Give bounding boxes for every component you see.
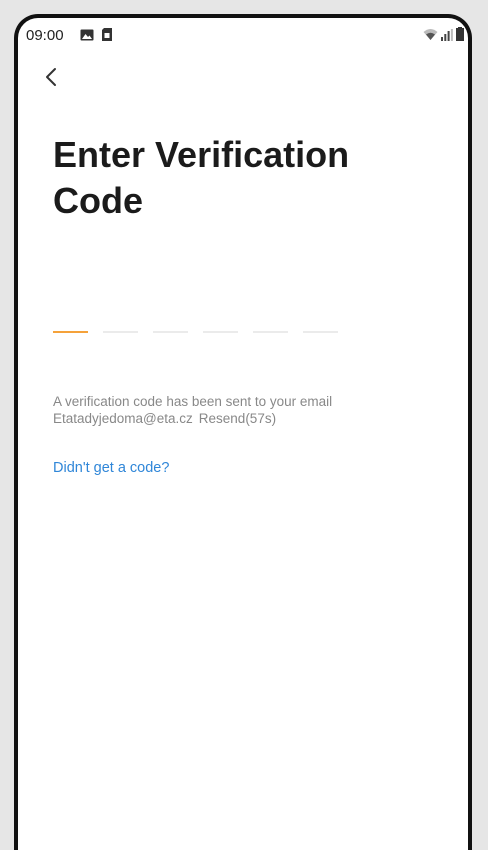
phone-frame: 09:00 Enter Verification Code A verifica…: [14, 14, 472, 850]
info-message: A verification code has been sent to you…: [53, 394, 333, 409]
code-slot-5[interactable]: [253, 331, 288, 333]
battery-icon: [456, 27, 464, 46]
wifi-icon: [423, 28, 438, 46]
no-code-link[interactable]: Didn't get a code?: [53, 460, 169, 476]
resend-button[interactable]: Resend(57s): [199, 411, 276, 426]
code-slot-2[interactable]: [103, 331, 138, 333]
verification-info: A verification code has been sent to you…: [53, 393, 433, 427]
info-email-line: Etatadyjedoma@eta.cz Resend(57s): [53, 410, 433, 427]
sim-card-icon: [102, 28, 112, 46]
code-slot-4[interactable]: [203, 331, 238, 333]
gallery-icon: [80, 28, 94, 46]
page-title: Enter Verification Code: [53, 134, 350, 221]
email-address: Etatadyjedoma@eta.cz: [53, 411, 193, 426]
status-time: 09:00: [26, 27, 64, 44]
status-bar: 09:00: [18, 18, 468, 52]
back-button[interactable]: [36, 62, 66, 92]
chevron-left-icon: [46, 68, 56, 86]
code-slot-1[interactable]: [53, 331, 88, 333]
code-slot-6[interactable]: [303, 331, 338, 333]
status-icons-left: [80, 28, 112, 46]
verification-code-input[interactable]: [53, 331, 338, 333]
signal-icon: [441, 28, 453, 46]
code-slot-3[interactable]: [153, 331, 188, 333]
status-icons-right: [423, 27, 464, 46]
